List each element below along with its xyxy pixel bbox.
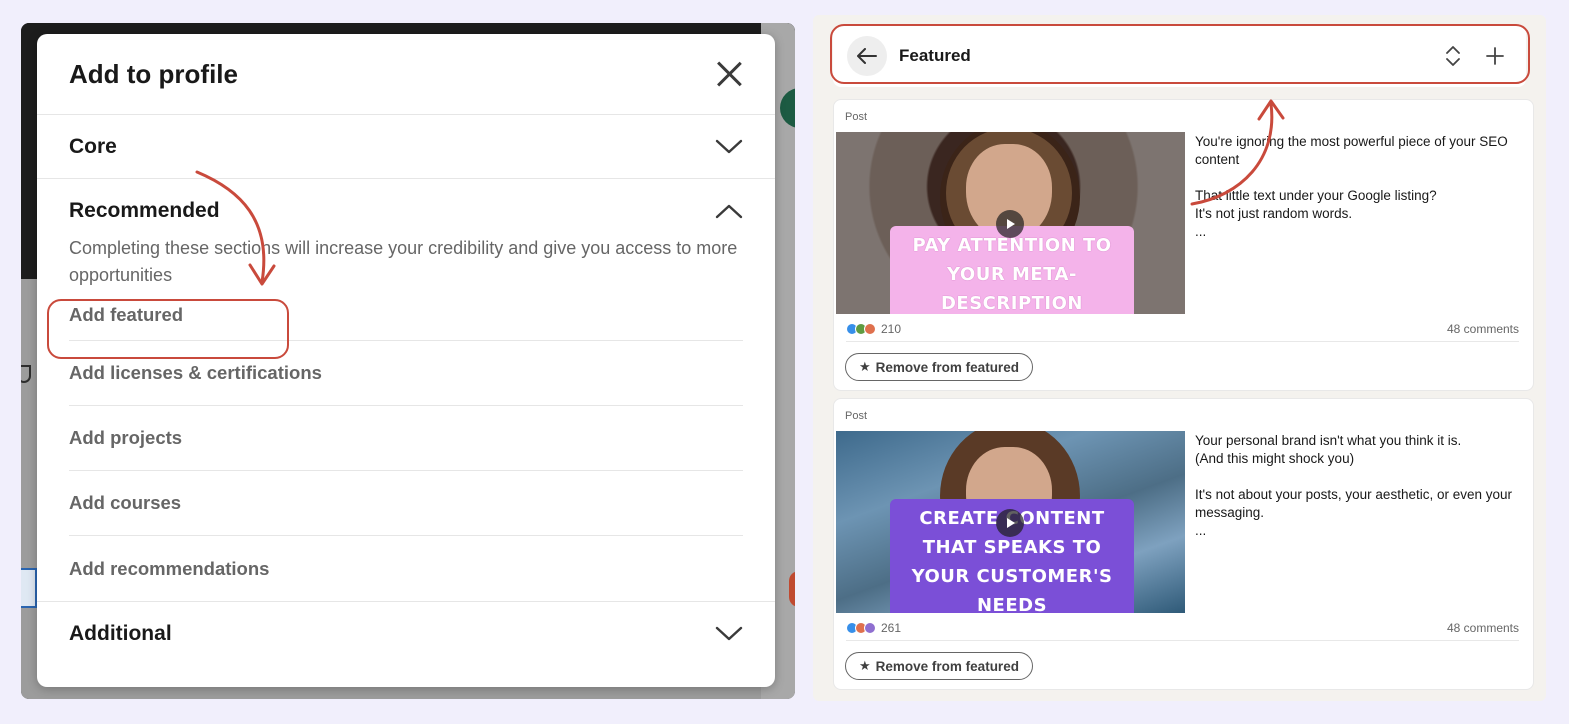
close-icon[interactable]	[715, 60, 743, 88]
chevron-up-icon[interactable]	[715, 202, 743, 220]
reactions[interactable]: 261	[846, 621, 901, 635]
arrow-left-icon[interactable]	[847, 36, 887, 76]
section-title-additional: Additional	[69, 621, 172, 645]
background-avatar-fragment	[789, 571, 795, 607]
post-stats: 261 48 comments	[846, 619, 1519, 641]
comments-count[interactable]: 48 comments	[1447, 621, 1519, 635]
post-video-thumbnail[interactable]: CREATE CONTENT THAT SPEAKS TO YOUR CUSTO…	[836, 431, 1185, 613]
remove-from-featured-button[interactable]: ★ Remove from featured	[845, 652, 1033, 680]
chevron-down-icon[interactable]	[715, 138, 743, 156]
star-icon: ★	[859, 359, 871, 374]
recommended-list: Add featured Add licenses & certificatio…	[37, 289, 775, 601]
featured-post-card[interactable]: Post CREATE CONTENT THAT SPEAKS TO YOUR …	[833, 398, 1534, 690]
remove-button-label: Remove from featured	[875, 658, 1019, 674]
plus-icon[interactable]	[1478, 39, 1512, 73]
love-reaction-icon	[864, 322, 876, 335]
reaction-count: 210	[881, 321, 902, 336]
post-stats: 210 48 comments	[846, 320, 1519, 342]
play-icon[interactable]	[996, 509, 1024, 537]
add-recommendations-item[interactable]: Add recommendations	[69, 536, 743, 601]
section-additional[interactable]: Additional	[37, 601, 775, 665]
featured-title: Featured	[899, 46, 971, 65]
post-text: You're ignoring the most powerful piece …	[1195, 134, 1508, 239]
remove-from-featured-button[interactable]: ★ Remove from featured	[845, 353, 1033, 381]
add-courses-item[interactable]: Add courses	[69, 471, 743, 536]
remove-button-label: Remove from featured	[875, 359, 1019, 375]
featured-post-card[interactable]: Post PAY ATTENTION TO YOUR META-DESCRIPT…	[833, 99, 1534, 391]
post-type-label: Post	[845, 111, 868, 123]
background-button-fragment	[21, 568, 37, 608]
comments-count[interactable]: 48 comments	[1447, 322, 1519, 336]
add-projects-item[interactable]: Add projects	[69, 406, 743, 471]
add-featured-item[interactable]: Add featured	[69, 289, 743, 341]
featured-header: Featured	[833, 25, 1526, 87]
add-licenses-item[interactable]: Add licenses & certifications	[69, 341, 743, 406]
post-text: Your personal brand isn't what you think…	[1195, 433, 1512, 538]
section-core[interactable]: Core	[37, 115, 775, 179]
post-type-label: Post	[845, 410, 868, 422]
thumbnail-caption: PAY ATTENTION TO YOUR META-DESCRIPTION	[890, 226, 1134, 314]
recommended-description: Completing these sections will increase …	[69, 238, 738, 285]
post-video-thumbnail[interactable]: PAY ATTENTION TO YOUR META-DESCRIPTION	[836, 132, 1185, 314]
right-screenshot-panel: Featured Post PAY ATTENTION TO YOUR META…	[813, 15, 1546, 701]
section-title-core: Core	[69, 134, 117, 158]
modal-title: Add to profile	[69, 58, 238, 89]
star-icon: ★	[859, 658, 871, 673]
play-icon[interactable]	[996, 210, 1024, 238]
reactions[interactable]: 210	[846, 322, 901, 336]
insightful-reaction-icon	[864, 621, 876, 634]
modal-header: Add to profile	[37, 34, 775, 115]
chevron-down-icon[interactable]	[715, 625, 743, 643]
reorder-icon[interactable]	[1436, 39, 1470, 73]
reaction-count: 261	[881, 620, 902, 635]
section-recommended[interactable]: Recommended	[37, 179, 775, 243]
shield-icon	[21, 365, 31, 383]
section-title-recommended: Recommended	[69, 199, 220, 222]
add-to-profile-modal: Add to profile Core Recommended Completi…	[37, 34, 775, 687]
